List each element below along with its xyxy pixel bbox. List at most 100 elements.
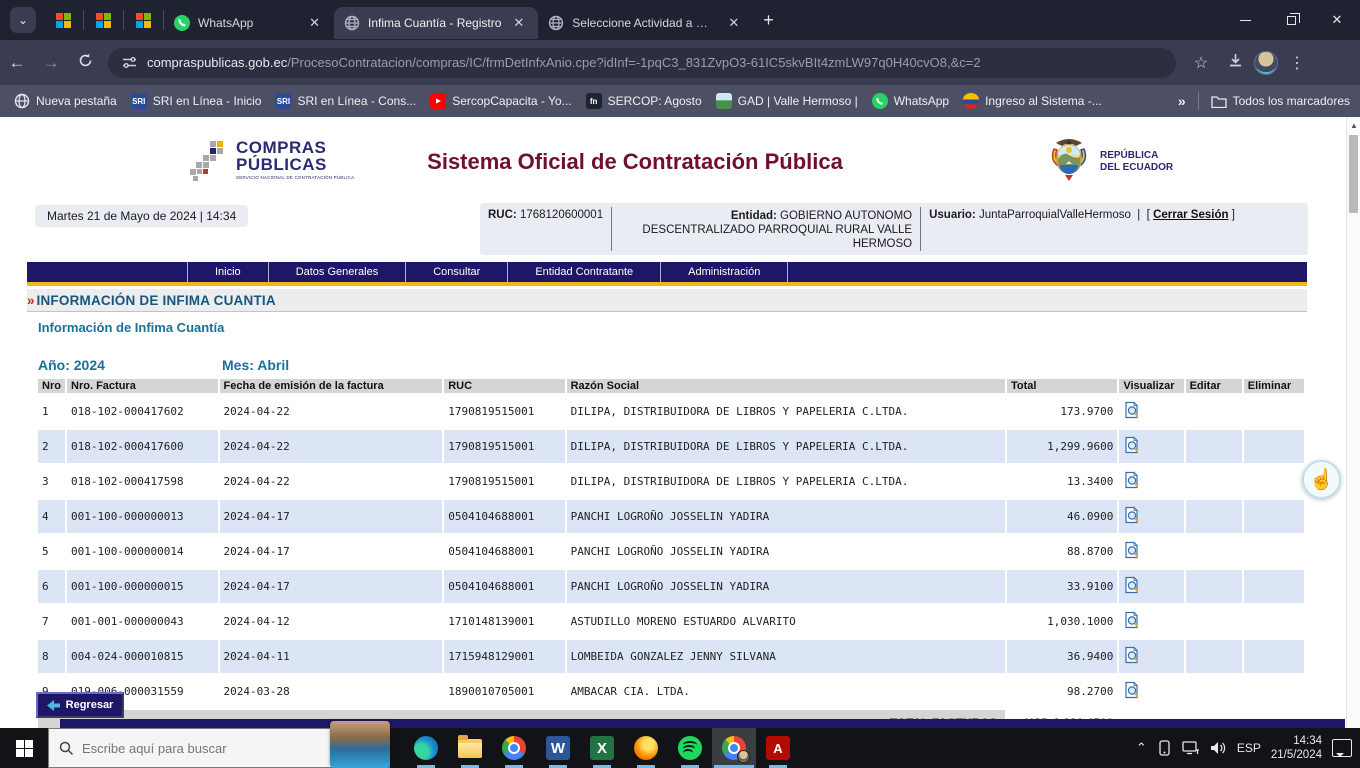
bookmark-label: SercopCapacita - Yo... [452, 94, 571, 108]
cell-visualizar [1119, 535, 1183, 568]
visualizar-icon[interactable] [1123, 611, 1141, 629]
taskbar-chrome-active[interactable] [712, 728, 756, 768]
menu-item-consultar[interactable]: Consultar [405, 262, 507, 282]
breadcrumb-title: INFORMACIÓN DE INFIMA CUANTIA [37, 293, 276, 308]
breadcrumb-marker: » [27, 293, 35, 308]
header-fecha-emision: Fecha de emisión de la factura [220, 379, 443, 393]
bookmark-sri-consultas[interactable]: SRI SRI en Línea - Cons... [275, 93, 416, 109]
logout-link[interactable]: Cerrar Sesión [1153, 209, 1228, 221]
visualizar-icon[interactable] [1123, 506, 1141, 524]
microsoft-pinned-tab-icon[interactable] [136, 13, 151, 28]
taskbar-chrome[interactable] [492, 728, 536, 768]
header-nro-factura: Nro. Factura [67, 379, 217, 393]
entity-value: GOBIERNO AUTONOMO DESCENTRALIZADO PARROQ… [642, 210, 912, 250]
cell-total: 13.3400 [1007, 465, 1117, 498]
table-row: 7 001-001-000000043 2024-04-12 171014813… [38, 605, 1304, 638]
cell-total: 1,030.1000 [1007, 605, 1117, 638]
tab-title: WhatsApp [198, 16, 297, 30]
phone-link-icon[interactable] [1157, 740, 1172, 756]
reload-icon[interactable] [68, 52, 102, 74]
back-icon[interactable]: ← [0, 53, 34, 73]
whatsapp-icon [174, 15, 190, 31]
taskbar-excel[interactable]: X [580, 728, 624, 768]
taskbar-clock[interactable]: 14:34 21/5/2024 [1271, 734, 1322, 762]
gad-icon [716, 93, 732, 109]
network-icon[interactable] [1182, 741, 1200, 755]
visualizar-icon[interactable] [1123, 541, 1141, 559]
bookmark-label: Ingreso al Sistema -... [985, 94, 1102, 108]
bookmark-sercop-agosto[interactable]: fn SERCOP: Agosto [586, 93, 702, 109]
scrollbar-thumb[interactable] [1349, 135, 1358, 213]
regresar-button[interactable]: Regresar [36, 692, 124, 718]
forward-icon[interactable]: → [34, 53, 68, 73]
bookmark-label: GAD | Valle Hermoso | [738, 94, 858, 108]
all-bookmarks-button[interactable]: Todos los marcadores [1211, 94, 1350, 108]
menu-item-inicio[interactable]: Inicio [187, 262, 268, 282]
downloads-icon[interactable] [1220, 52, 1250, 74]
taskbar-word[interactable]: W [536, 728, 580, 768]
taskbar-firefox[interactable] [624, 728, 668, 768]
sri-icon: SRI [275, 93, 291, 109]
taskbar-search[interactable] [48, 728, 390, 768]
close-tab-icon[interactable]: ✕ [305, 15, 324, 31]
cell-total: 98.2700 [1007, 675, 1117, 708]
taskbar-file-explorer[interactable] [448, 728, 492, 768]
menu-item-datos-generales[interactable]: Datos Generales [268, 262, 406, 282]
tab-infima-cuantia[interactable]: Infima Cuantía - Registro ✕ [334, 7, 538, 39]
search-highlight-image[interactable] [330, 721, 390, 768]
cell-ruc: 0504104688001 [444, 535, 564, 568]
cell-visualizar [1119, 500, 1183, 533]
cell-nro-factura: 018-102-000417602 [67, 395, 217, 428]
tab-search-button[interactable]: ⌄ [10, 7, 36, 33]
start-button[interactable] [0, 728, 48, 768]
bookmark-sri-inicio[interactable]: SRI SRI en Línea - Inicio [131, 93, 262, 109]
bookmark-star-icon[interactable]: ☆ [1186, 53, 1216, 73]
visualizar-icon[interactable] [1123, 576, 1141, 594]
restore-button[interactable] [1268, 0, 1314, 40]
cell-razon-social: DILIPA, DISTRIBUIDORA DE LIBROS Y PAPELE… [567, 395, 1005, 428]
taskbar-edge[interactable] [404, 728, 448, 768]
microsoft-pinned-tab-icon[interactable] [96, 13, 111, 28]
new-tab-button[interactable]: + [763, 10, 774, 31]
language-indicator[interactable]: ESP [1237, 741, 1261, 755]
close-tab-icon[interactable]: ✕ [724, 15, 743, 31]
tab-whatsapp[interactable]: WhatsApp ✕ [164, 7, 334, 39]
cell-total: 88.8700 [1007, 535, 1117, 568]
visualizar-icon[interactable] [1123, 681, 1141, 699]
visualizar-icon[interactable] [1123, 401, 1141, 419]
menu-item-entidad-contratante[interactable]: Entidad Contratante [507, 262, 660, 282]
close-window-button[interactable]: ✕ [1314, 0, 1360, 40]
page-scrollbar[interactable]: ▲ [1346, 117, 1360, 728]
profile-badge [737, 750, 750, 763]
taskbar-acrobat[interactable]: A [756, 728, 800, 768]
search-input[interactable] [82, 741, 322, 756]
microsoft-pinned-tab-icon[interactable] [56, 13, 71, 28]
bookmark-sercopcapacita[interactable]: SercopCapacita - Yo... [430, 93, 571, 109]
address-bar[interactable]: compraspublicas.gob.ec/ProcesoContrataci… [108, 48, 1176, 78]
bookmark-nueva-pestana[interactable]: Nueva pestaña [14, 93, 117, 109]
bookmark-gad-valle-hermoso[interactable]: GAD | Valle Hermoso | [716, 93, 858, 109]
minimize-button[interactable] [1222, 0, 1268, 40]
visualizar-icon[interactable] [1123, 471, 1141, 489]
visualizar-icon[interactable] [1123, 646, 1141, 664]
bookmark-ingreso-sistema[interactable]: Ingreso al Sistema -... [963, 93, 1102, 109]
tab-seleccione-actividad[interactable]: Seleccione Actividad a modifica ✕ [538, 7, 753, 39]
bookmark-whatsapp[interactable]: WhatsApp [872, 93, 949, 109]
volume-icon[interactable] [1210, 741, 1227, 755]
bookmarks-overflow-icon[interactable]: » [1178, 93, 1186, 109]
browser-menu-icon[interactable]: ⋮ [1282, 53, 1312, 73]
action-center-icon[interactable] [1332, 739, 1352, 757]
close-tab-icon[interactable]: ✕ [509, 15, 528, 31]
menu-item-administracion[interactable]: Administración [660, 262, 788, 282]
profile-avatar[interactable] [1254, 51, 1278, 75]
year-label: Año: 2024 [38, 357, 105, 373]
taskbar-spotify[interactable] [668, 728, 712, 768]
site-settings-icon[interactable] [122, 55, 137, 70]
cell-fecha: 2024-04-12 [220, 605, 443, 638]
table-row: 5 001-100-000000014 2024-04-17 050410468… [38, 535, 1304, 568]
hidden-icons-chevron[interactable]: ⌃ [1136, 740, 1147, 756]
visualizar-icon[interactable] [1123, 436, 1141, 454]
globe-icon [548, 15, 564, 31]
accessibility-widget[interactable]: ☝ [1302, 460, 1341, 499]
scroll-up-arrow[interactable]: ▲ [1350, 121, 1358, 130]
